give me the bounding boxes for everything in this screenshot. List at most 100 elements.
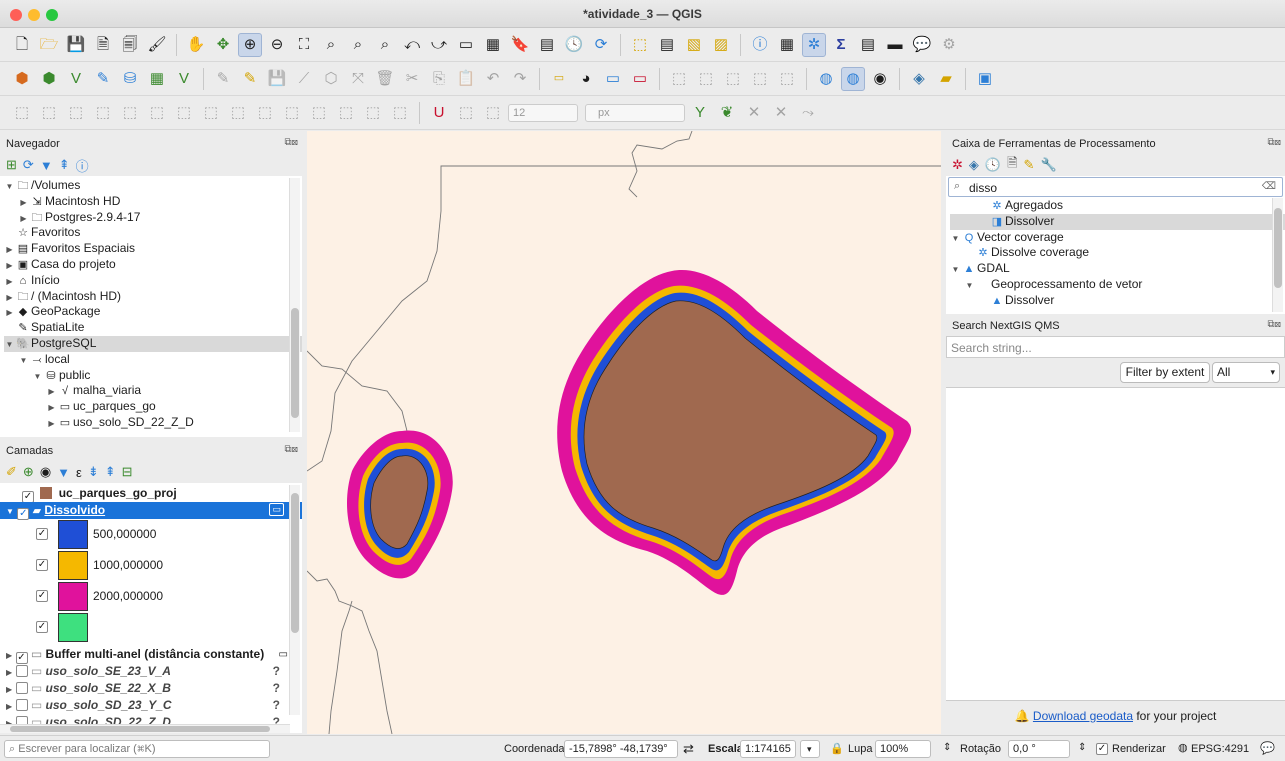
scale-input[interactable]: 1:174165 (740, 740, 796, 758)
crs-label[interactable]: EPSG:4291 (1191, 743, 1249, 755)
messages-icon[interactable]: 💬 (1260, 741, 1275, 755)
layer-row-top[interactable]: ✓ uc_parques_go_proj (0, 485, 302, 503)
processing-item[interactable]: ▼ Q Vector coverage (950, 230, 1285, 246)
undo-icon[interactable]: ↶ (481, 67, 505, 91)
navigator-item[interactable]: ✎ SpatiaLite (4, 320, 302, 336)
snapping-layer-icon[interactable]: ⬚ (481, 101, 505, 125)
redo-icon[interactable]: ↷ (508, 67, 532, 91)
options-icon[interactable]: 🔧 (1040, 157, 1056, 173)
pan-to-selection-icon[interactable]: ✥ (211, 33, 235, 57)
expand-arrow-icon[interactable]: ▶ (4, 305, 15, 321)
cut-icon[interactable]: ✂ (400, 67, 424, 91)
navigator-scroll-thumb[interactable] (291, 308, 299, 418)
zoom-out-icon[interactable]: ⊖ (265, 33, 289, 57)
style-icon[interactable]: ✐ (6, 464, 17, 480)
navigator-item[interactable]: ▼ ⤙ local (4, 352, 302, 368)
statistics-icon[interactable]: Σ (829, 33, 853, 57)
edit-in-place-icon[interactable]: ✎ (1024, 157, 1035, 173)
merge-features-icon[interactable]: ⬚ (280, 101, 304, 125)
plugin-icon[interactable]: ▰ (934, 67, 958, 91)
legend-class-row[interactable]: ✓ 1000,000000 (0, 550, 302, 581)
layer-row[interactable]: ▶ ▭ uso_solo_SE_22_X_B? (0, 680, 302, 697)
add-ring-icon[interactable]: ⬚ (37, 101, 61, 125)
measure-icon[interactable]: ▤ (856, 33, 880, 57)
rotate-point-icon[interactable]: ⬚ (334, 101, 358, 125)
collapse-all-icon[interactable]: ⇞ (59, 157, 70, 173)
navigator-item[interactable]: ▶ 🗀 / (Macintosh HD) (4, 289, 302, 305)
navigator-item[interactable]: ▶ 🗀 Postgres-2.9.4-17 (4, 210, 302, 226)
layout-manager-icon[interactable]: 🗐 (118, 33, 142, 57)
copy-icon[interactable]: ⎘ (427, 67, 451, 91)
panel-float-close-icon[interactable]: ⧉⊠ (285, 137, 299, 148)
zoom-in-icon[interactable]: ⊕ (238, 32, 262, 57)
rotation-input[interactable]: 0,0 ° (1008, 740, 1070, 758)
legend-checkbox[interactable]: ✓ (36, 528, 48, 540)
processing-item[interactable]: ✲ Dissolve coverage (950, 245, 1285, 261)
layers-hscrollbar[interactable] (0, 724, 290, 733)
spatial-bookmark-icon[interactable]: 🔖 (508, 33, 532, 57)
digitize-shape-icon[interactable]: ⬚ (10, 101, 34, 125)
add-virtual-icon[interactable]: V (172, 67, 196, 91)
expand-arrow-icon[interactable]: ▼ (32, 369, 43, 385)
magnifier-input[interactable]: 100% (875, 740, 931, 758)
expand-arrow-icon[interactable]: ▶ (46, 384, 57, 400)
scale-dropdown-button[interactable]: ▾ (800, 740, 820, 758)
reshape-icon[interactable]: ⬚ (172, 101, 196, 125)
add-vector-icon[interactable]: ⬢ (37, 67, 61, 91)
show-bookmarks-icon[interactable]: ▤ (535, 33, 559, 57)
expand-arrow-icon[interactable]: ▶ (4, 290, 15, 306)
collapse-all-icon[interactable]: ⇞ (105, 464, 116, 480)
info-icon[interactable]: ⓘ (76, 156, 89, 175)
navigator-item[interactable]: ▶ ▣ Casa do projeto (4, 257, 302, 273)
deselect-icon[interactable]: ▧ (682, 33, 706, 57)
panel-float-close-icon[interactable]: ⧉⊠ (1268, 137, 1282, 148)
locator-input[interactable]: ⌕ Escrever para localizar (⌘K) (4, 740, 270, 758)
qms-search-input[interactable]: Search string... (946, 336, 1285, 358)
panel-float-close-icon[interactable]: ⧉⊠ (1268, 319, 1282, 330)
expand-arrow-icon[interactable]: ▶ (18, 195, 29, 211)
paste-icon[interactable]: 📋 (454, 67, 478, 91)
expand-arrow-icon[interactable]: ▶ (46, 400, 57, 416)
fill-ring-icon[interactable]: ⬚ (91, 101, 115, 125)
processing-item[interactable]: ◨ Dissolver (950, 213, 1285, 230)
snapping-type-icon[interactable]: ⬚ (454, 101, 478, 125)
legend-checkbox[interactable]: ✓ (36, 559, 48, 571)
snap-tracing-icon[interactable]: ⤳ (796, 101, 820, 125)
modify-icon[interactable]: ⤧ (346, 67, 370, 91)
save-edits-icon[interactable]: 💾 (265, 67, 289, 91)
snap-units-select[interactable]: px (585, 103, 685, 122)
layer-labeling-icon[interactable]: ◕ (574, 67, 598, 91)
add-part-icon[interactable]: ⬚ (64, 101, 88, 125)
settings-icon[interactable]: ⚙ (937, 33, 961, 57)
label-history-icon[interactable]: ⬚ (775, 67, 799, 91)
change-label-icon[interactable]: ⬚ (721, 67, 745, 91)
processing-item[interactable]: ▲ Dissolver (950, 293, 1285, 309)
expand-arrow-icon[interactable]: ▶ (4, 242, 15, 258)
navigator-scrollbar[interactable] (289, 178, 300, 432)
select-features-icon[interactable]: ⬚ (628, 33, 652, 57)
models-icon[interactable]: ✲ (952, 157, 963, 173)
layer-checkbox[interactable] (15, 682, 28, 694)
expand-arrow-icon[interactable]: ▶ (4, 258, 15, 274)
navigator-item[interactable]: ▼ 🗀/Volumes (4, 178, 302, 194)
map-canvas[interactable] (307, 131, 941, 734)
legend-checkbox[interactable]: ✓ (36, 590, 48, 602)
visibility-icon[interactable]: ◉ (40, 464, 51, 480)
navigator-item[interactable]: ▶▭uso_solo_SD_23_Y_C (4, 431, 302, 432)
layer-row[interactable]: ▶ ▭ uso_solo_SD_23_Y_C? (0, 697, 302, 714)
style-manager-icon[interactable]: 🖌 (145, 33, 169, 57)
legend-class-row[interactable]: ✓ 500,000000 (0, 519, 302, 550)
history-icon[interactable]: 🕓 (985, 157, 1001, 173)
refresh-icon[interactable]: ⟳ (589, 33, 613, 57)
layer-row-dissolvido[interactable]: ▼ ✓ ▰ Dissolvido ▭ (0, 502, 302, 520)
print-layout-icon[interactable]: 🗎 (91, 33, 115, 57)
expand-arrow-icon[interactable]: ▶ (6, 685, 12, 694)
results-icon[interactable]: 🗎 (1007, 154, 1017, 176)
remove-layer-icon[interactable]: ⊟ (122, 464, 133, 480)
processing-search-input[interactable]: disso (969, 181, 997, 195)
expand-arrow-icon[interactable]: ▶ (46, 416, 57, 432)
vertex-tool-icon[interactable]: ⬡ (319, 67, 343, 91)
snapping-magnet-icon[interactable]: U (427, 101, 451, 125)
add-raster-icon[interactable]: V (64, 67, 88, 91)
map-tips-icon[interactable]: ▬ (883, 33, 907, 57)
